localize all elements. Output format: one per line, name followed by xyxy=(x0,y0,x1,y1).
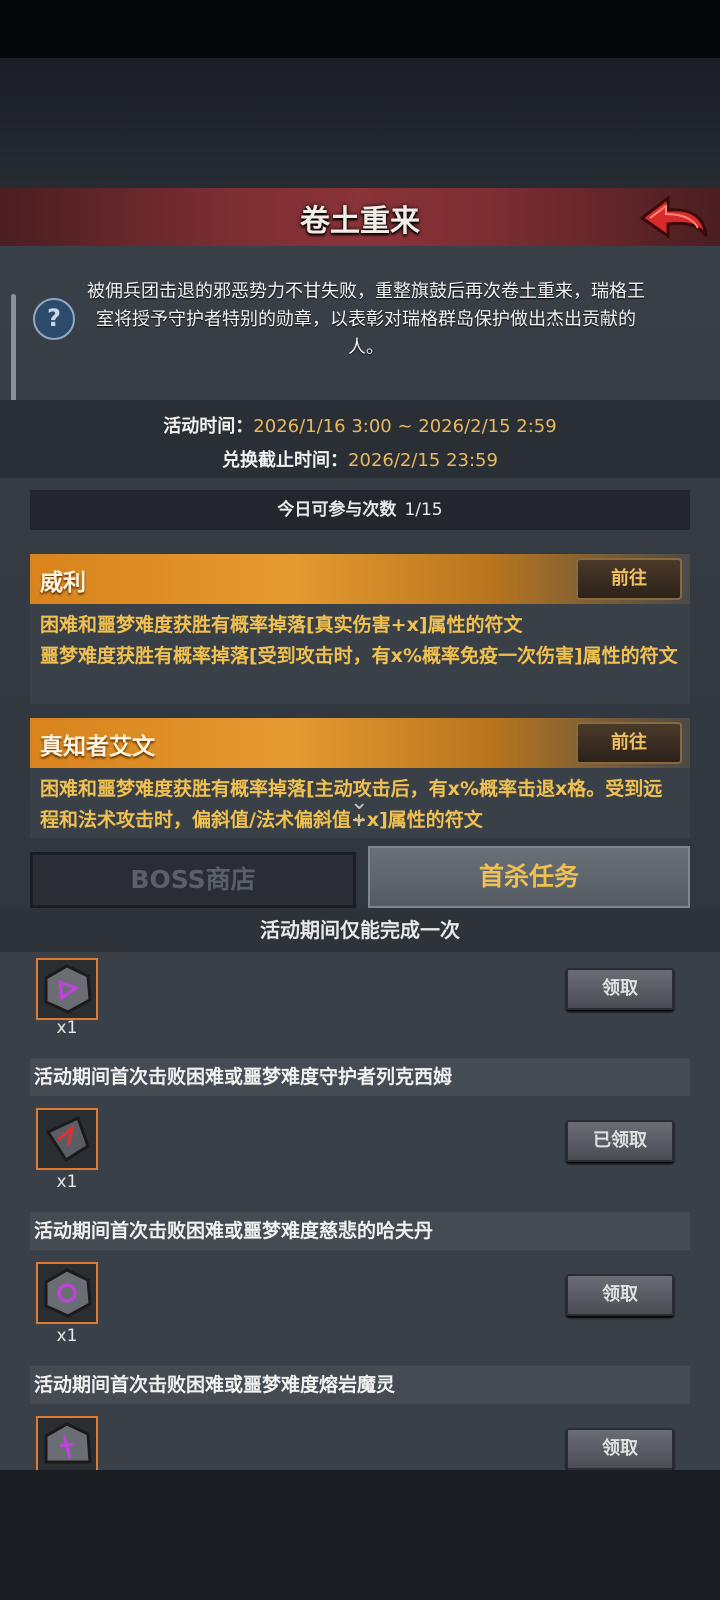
quest-title: 活动期间首次击败困难或噩梦难度熔岩魔灵 xyxy=(30,1366,690,1404)
event-time-value: 2026/1/16 3:00 ~ 2026/2/15 2:59 xyxy=(253,416,557,437)
event-time-label: 活动时间： xyxy=(163,416,254,437)
boss-card: 威利 前往 困难和噩梦难度获胜有概率掉落[真实伤害+x]属性的符文 噩梦难度获胜… xyxy=(30,554,690,704)
boss-drop-info: 困难和噩梦难度获胜有概率掉落[真实伤害+x]属性的符文 噩梦难度获胜有概率掉落[… xyxy=(30,604,690,704)
boss-header: 真知者艾文 前往 xyxy=(30,718,690,768)
status-bar xyxy=(0,0,720,58)
exchange-deadline-label: 兑换截止时间： xyxy=(222,450,349,471)
title-bar: 卷土重来 xyxy=(0,188,720,249)
bottom-backdrop xyxy=(0,1470,720,1600)
participation-count: 今日可参与次数 1/15 xyxy=(30,490,690,530)
scroll-down-chevron-icon[interactable]: ⌄ ⌄ xyxy=(350,792,368,828)
quest-title: 活动期间首次击败困难或噩梦难度慈悲的哈夫丹 xyxy=(30,1212,690,1250)
claimed-button[interactable]: 已领取 xyxy=(566,1120,674,1162)
tab-first-kill[interactable]: 首杀任务 xyxy=(368,846,690,908)
go-button[interactable]: 前往 xyxy=(576,722,682,764)
help-icon[interactable]: ? xyxy=(33,298,75,340)
top-backdrop xyxy=(0,58,720,188)
rune-item-icon[interactable] xyxy=(36,1108,98,1170)
event-time-box: 活动时间：2026/1/16 3:00 ~ 2026/2/15 2:59 兑换截… xyxy=(0,400,720,478)
page-title: 卷土重来 xyxy=(300,204,420,239)
boss-name: 威利 xyxy=(40,570,86,596)
participation-label: 今日可参与次数 xyxy=(277,500,397,520)
exchange-deadline-row: 兑换截止时间：2026/2/15 23:59 xyxy=(0,446,720,472)
event-time-row: 活动时间：2026/1/16 3:00 ~ 2026/2/15 2:59 xyxy=(0,412,720,438)
back-arrow-icon[interactable] xyxy=(638,194,710,242)
quest-list-header: 活动期间仅能完成一次 xyxy=(0,908,720,952)
claim-button[interactable]: 领取 xyxy=(566,1428,674,1470)
item-count: x1 xyxy=(56,1326,78,1346)
participation-value: 1/15 xyxy=(404,500,443,520)
claim-button[interactable]: 领取 xyxy=(566,1274,674,1316)
rune-item-icon[interactable] xyxy=(36,1262,98,1324)
item-count: x1 xyxy=(56,1172,78,1192)
go-button[interactable]: 前往 xyxy=(576,558,682,600)
exchange-deadline-value: 2026/2/15 23:59 xyxy=(348,450,498,471)
drop-line: 噩梦难度获胜有概率掉落[受到攻击时，有x%概率免疫一次伤害]属性的符文 xyxy=(40,645,678,667)
claim-button[interactable]: 领取 xyxy=(566,968,674,1010)
boss-header: 威利 前往 xyxy=(30,554,690,604)
quest-title: 活动期间首次击败困难或噩梦难度守护者列克西姆 xyxy=(30,1058,690,1096)
drop-line: 困难和噩梦难度获胜有概率掉落[真实伤害+x]属性的符文 xyxy=(40,614,523,636)
tab-boss-shop[interactable]: BOSS商店 xyxy=(30,852,356,908)
boss-name: 真知者艾文 xyxy=(40,734,155,760)
rune-item-icon[interactable] xyxy=(36,1416,98,1470)
item-count: x1 xyxy=(56,1018,78,1038)
event-description: 被佣兵团击退的邪恶势力不甘失败，重整旗鼓后再次卷土重来，瑞格王室将授予守护者特别… xyxy=(87,281,645,358)
tab-bar: BOSS商店 首杀任务 xyxy=(30,846,690,908)
rune-item-icon[interactable] xyxy=(36,958,98,1020)
